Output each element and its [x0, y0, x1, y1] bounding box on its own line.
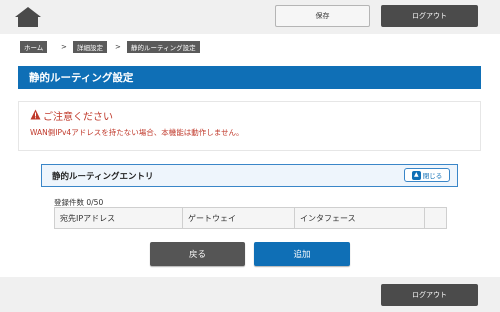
warning-message: WAN側IPv4アドレスを持たない場合、本機能は動作しません。 — [30, 128, 244, 137]
warning-triangle-icon — [30, 109, 41, 120]
column-header-interface: インタフェース — [294, 207, 425, 229]
breadcrumb-current: 静的ルーティング設定 — [127, 41, 200, 53]
footer-logout-button[interactable]: ログアウト — [381, 284, 478, 306]
warning-title: ご注意ください — [43, 112, 113, 123]
column-header-actions — [424, 207, 447, 229]
breadcrumb-separator: > — [61, 43, 67, 51]
column-header-gateway: ゲートウェイ — [182, 207, 295, 229]
chevron-up-icon: ▲ — [411, 170, 421, 180]
close-section-button[interactable]: ▲ 閉じる — [404, 168, 450, 182]
page-title: 静的ルーティング設定 — [18, 66, 481, 89]
save-button[interactable]: 保存 — [275, 5, 370, 27]
table-header-row: 宛先IPアドレス ゲートウェイ インタフェース — [54, 207, 447, 229]
home-icon[interactable] — [14, 6, 42, 28]
add-button[interactable]: 追加 — [254, 242, 350, 266]
breadcrumb-separator: > — [115, 43, 121, 51]
column-header-destination: 宛先IPアドレス — [54, 207, 183, 229]
close-section-label: 閉じる — [422, 172, 443, 180]
route-table: 宛先IPアドレス ゲートウェイ インタフェース — [54, 207, 447, 229]
back-button[interactable]: 戻る — [150, 242, 245, 266]
logout-button[interactable]: ログアウト — [381, 5, 478, 27]
breadcrumb-advanced[interactable]: 詳細設定 — [73, 41, 107, 53]
breadcrumb-home[interactable]: ホーム — [20, 41, 48, 53]
entry-section-title: 静的ルーティングエントリ — [52, 172, 154, 182]
